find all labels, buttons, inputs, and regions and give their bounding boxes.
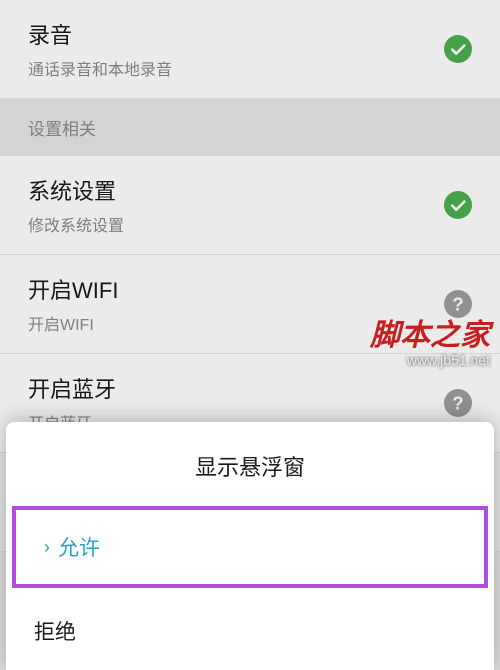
- dialog-title: 显示悬浮窗: [6, 422, 494, 506]
- dialog-overlay[interactable]: 显示悬浮窗 › 允许 拒绝: [0, 0, 500, 670]
- action-sheet: 显示悬浮窗 › 允许 拒绝: [6, 422, 494, 670]
- highlight-annotation: › 允许: [12, 506, 488, 588]
- dialog-option-allow[interactable]: › 允许: [16, 510, 484, 584]
- allow-label: 允许: [58, 532, 100, 562]
- chevron-right-icon: ›: [44, 537, 50, 558]
- dialog-option-deny[interactable]: 拒绝: [6, 594, 494, 668]
